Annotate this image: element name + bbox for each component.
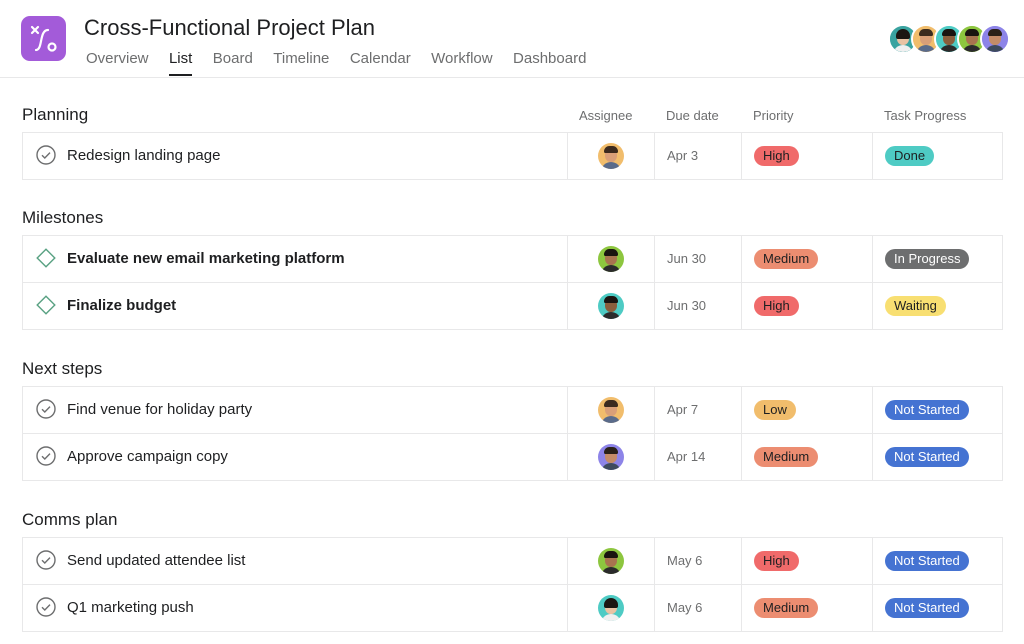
progress-cell[interactable]: Not Started [872, 434, 1003, 480]
tab-board[interactable]: Board [213, 50, 253, 76]
task-row[interactable]: Finalize budget Jun 30 High Waiting [22, 282, 1003, 330]
progress-cell[interactable]: Not Started [872, 387, 1003, 433]
priority-cell[interactable]: High [741, 133, 872, 179]
avatar[interactable] [598, 548, 624, 574]
priority-cell[interactable]: Medium [741, 434, 872, 480]
check-circle-icon[interactable] [36, 145, 56, 165]
project-title: Cross-Functional Project Plan [84, 15, 376, 40]
avatar[interactable] [980, 24, 1010, 54]
progress-cell[interactable]: Not Started [872, 585, 1003, 631]
section-title[interactable]: Comms plan [22, 510, 117, 530]
project-members[interactable] [888, 24, 1010, 54]
due-date-cell[interactable]: Apr 7 [654, 387, 741, 433]
column-header-due-date[interactable]: Due date [666, 108, 719, 123]
avatar[interactable] [598, 595, 624, 621]
assignee-cell[interactable] [567, 585, 654, 631]
priority-cell[interactable]: High [741, 538, 872, 584]
assignee-cell[interactable] [567, 236, 654, 282]
task-name[interactable]: Approve campaign copy [67, 448, 228, 465]
task-name[interactable]: Send updated attendee list [67, 552, 245, 569]
priority-badge[interactable]: Medium [754, 598, 819, 618]
tab-dashboard[interactable]: Dashboard [513, 50, 586, 76]
assignee-cell[interactable] [567, 387, 654, 433]
project-route-icon[interactable] [21, 16, 66, 61]
due-date: May 6 [667, 600, 703, 615]
progress-cell[interactable]: In Progress [872, 236, 1003, 282]
task-row[interactable]: Approve campaign copy Apr 14 Medium Not … [22, 433, 1003, 481]
progress-badge[interactable]: Not Started [885, 598, 969, 618]
section-title[interactable]: Next steps [22, 359, 102, 379]
view-tabs: Overview List Board Timeline Calendar Wo… [86, 50, 602, 77]
column-header-assignee[interactable]: Assignee [579, 108, 632, 123]
progress-badge[interactable]: Waiting [885, 296, 946, 316]
assignee-cell[interactable] [567, 538, 654, 584]
column-header-task-progress[interactable]: Task Progress [884, 108, 966, 123]
section-title[interactable]: Planning [22, 105, 88, 125]
check-circle-icon[interactable] [36, 550, 56, 570]
progress-cell[interactable]: Waiting [872, 283, 1003, 329]
project-header: Cross-Functional Project Plan Overview L… [0, 0, 1024, 78]
due-date: Jun 30 [667, 298, 707, 313]
priority-cell[interactable]: High [741, 283, 872, 329]
task-row[interactable]: Q1 marketing push May 6 Medium Not Start… [22, 584, 1003, 632]
check-circle-icon[interactable] [36, 399, 56, 419]
due-date-cell[interactable]: Apr 3 [654, 133, 741, 179]
progress-cell[interactable]: Done [872, 133, 1003, 179]
task-name[interactable]: Redesign landing page [67, 147, 220, 164]
column-header-priority[interactable]: Priority [753, 108, 793, 123]
check-circle-icon[interactable] [36, 446, 56, 466]
avatar[interactable] [598, 397, 624, 423]
priority-badge[interactable]: High [754, 296, 799, 316]
due-date-cell[interactable]: Jun 30 [654, 283, 741, 329]
priority-cell[interactable]: Medium [741, 585, 872, 631]
avatar[interactable] [598, 143, 624, 169]
avatar[interactable] [598, 293, 624, 319]
task-name[interactable]: Finalize budget [67, 297, 176, 314]
progress-badge[interactable]: Done [885, 146, 935, 166]
due-date-cell[interactable]: Apr 14 [654, 434, 741, 480]
due-date-cell[interactable]: May 6 [654, 585, 741, 631]
task-row[interactable]: Find venue for holiday party Apr 7 Low N… [22, 386, 1003, 434]
progress-badge[interactable]: Not Started [885, 447, 969, 467]
priority-cell[interactable]: Low [741, 387, 872, 433]
assignee-cell[interactable] [567, 283, 654, 329]
due-date-cell[interactable]: Jun 30 [654, 236, 741, 282]
progress-badge[interactable]: Not Started [885, 551, 969, 571]
due-date: Apr 7 [667, 402, 699, 417]
tab-timeline[interactable]: Timeline [273, 50, 329, 76]
due-date-cell[interactable]: May 6 [654, 538, 741, 584]
task-row[interactable]: Redesign landing page Apr 3 High Done [22, 132, 1003, 180]
priority-badge[interactable]: High [754, 146, 799, 166]
task-name[interactable]: Q1 marketing push [67, 599, 194, 616]
due-date: May 6 [667, 553, 703, 568]
tab-workflow[interactable]: Workflow [431, 50, 492, 76]
milestone-diamond-icon[interactable] [36, 248, 56, 268]
priority-cell[interactable]: Medium [741, 236, 872, 282]
check-circle-icon[interactable] [36, 597, 56, 617]
section-title[interactable]: Milestones [22, 208, 103, 228]
tab-list[interactable]: List [168, 50, 193, 76]
tab-calendar[interactable]: Calendar [350, 50, 411, 76]
priority-badge[interactable]: Medium [754, 249, 819, 269]
assignee-cell[interactable] [567, 133, 654, 179]
progress-badge[interactable]: Not Started [885, 400, 969, 420]
progress-cell[interactable]: Not Started [872, 538, 1003, 584]
assignee-cell[interactable] [567, 434, 654, 480]
task-row[interactable]: Send updated attendee list May 6 High No… [22, 537, 1003, 585]
priority-badge[interactable]: High [754, 551, 799, 571]
priority-badge[interactable]: Medium [754, 447, 819, 467]
tab-overview[interactable]: Overview [86, 50, 149, 76]
due-date: Jun 30 [667, 251, 707, 266]
avatar[interactable] [598, 246, 624, 272]
progress-badge[interactable]: In Progress [885, 249, 970, 269]
due-date: Apr 3 [667, 148, 699, 163]
task-name[interactable]: Evaluate new email marketing platform [67, 250, 345, 267]
task-name[interactable]: Find venue for holiday party [67, 401, 252, 418]
milestone-diamond-icon[interactable] [36, 295, 56, 315]
due-date: Apr 14 [667, 449, 706, 464]
avatar[interactable] [598, 444, 624, 470]
task-row[interactable]: Evaluate new email marketing platform Ju… [22, 235, 1003, 283]
priority-badge[interactable]: Low [754, 400, 796, 420]
